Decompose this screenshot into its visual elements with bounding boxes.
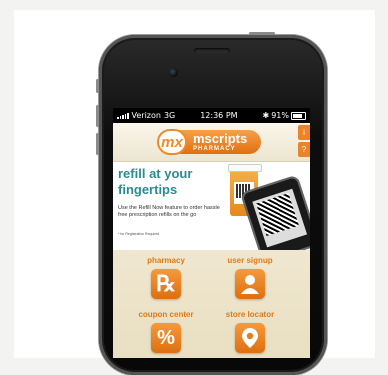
network-type: 3G [163, 111, 176, 120]
tile-label: coupon center [138, 310, 194, 319]
volume-down-button [96, 133, 99, 155]
help-tab[interactable]: ? [298, 142, 310, 157]
signal-bars-icon [117, 112, 129, 119]
app-header: mx mscripts PHARMACY i ? [113, 123, 310, 162]
tile-label: pharmacy [147, 256, 185, 265]
menu-tile-store-locator[interactable]: store locator [210, 310, 290, 353]
logo-wordmark: mscripts PHARMACY [179, 130, 261, 154]
earpiece-speaker [194, 48, 230, 54]
status-bar: Verizon 3G 12:36 PM ✱ 91% [113, 108, 310, 123]
refill-promo-banner[interactable]: refill at your fingertips Use the Refill… [113, 162, 310, 264]
sleep-button [249, 32, 275, 35]
tile-label: store locator [225, 310, 275, 319]
logo-mark: mx [157, 129, 187, 155]
menu-tile-coupon-center[interactable]: coupon center % [126, 310, 206, 353]
info-tab[interactable]: i [298, 125, 310, 140]
percent-icon: % [151, 323, 181, 353]
front-camera [169, 68, 178, 77]
tile-label: user signup [227, 256, 273, 265]
menu-tile-pharmacy[interactable]: pharmacy ℞ [126, 256, 206, 299]
promo-title-line1: refill at your [118, 166, 193, 181]
user-icon [235, 269, 265, 299]
mscripts-logo[interactable]: mx mscripts PHARMACY [157, 129, 261, 155]
promo-note: * for Registration Required [118, 232, 160, 236]
promo-title-line2: fingertips [118, 182, 178, 197]
battery-icon [291, 111, 306, 120]
rx-icon: ℞ [151, 269, 181, 299]
battery-percent: 91% [271, 111, 289, 120]
location-pin-icon [235, 323, 265, 353]
clock: 12:36 PM [200, 111, 238, 120]
promo-title: refill at your fingertips [118, 166, 228, 198]
brand-name: mscripts [193, 130, 248, 146]
phone-screen: Verizon 3G 12:36 PM ✱ 91% mx mscripts PH… [113, 108, 310, 358]
volume-up-button [96, 105, 99, 127]
bluetooth-icon: ✱ [262, 111, 270, 120]
mute-switch [96, 79, 99, 93]
promo-text: Use the Refill Now feature to order hass… [118, 205, 220, 218]
menu-tile-user-signup[interactable]: user signup [210, 256, 290, 299]
side-tabs: i ? [298, 125, 310, 159]
menu-grid: pharmacy ℞ user signup coupon center % s… [113, 250, 310, 358]
brand-sub: PHARMACY [193, 145, 236, 152]
carrier-name: Verizon [131, 111, 161, 120]
